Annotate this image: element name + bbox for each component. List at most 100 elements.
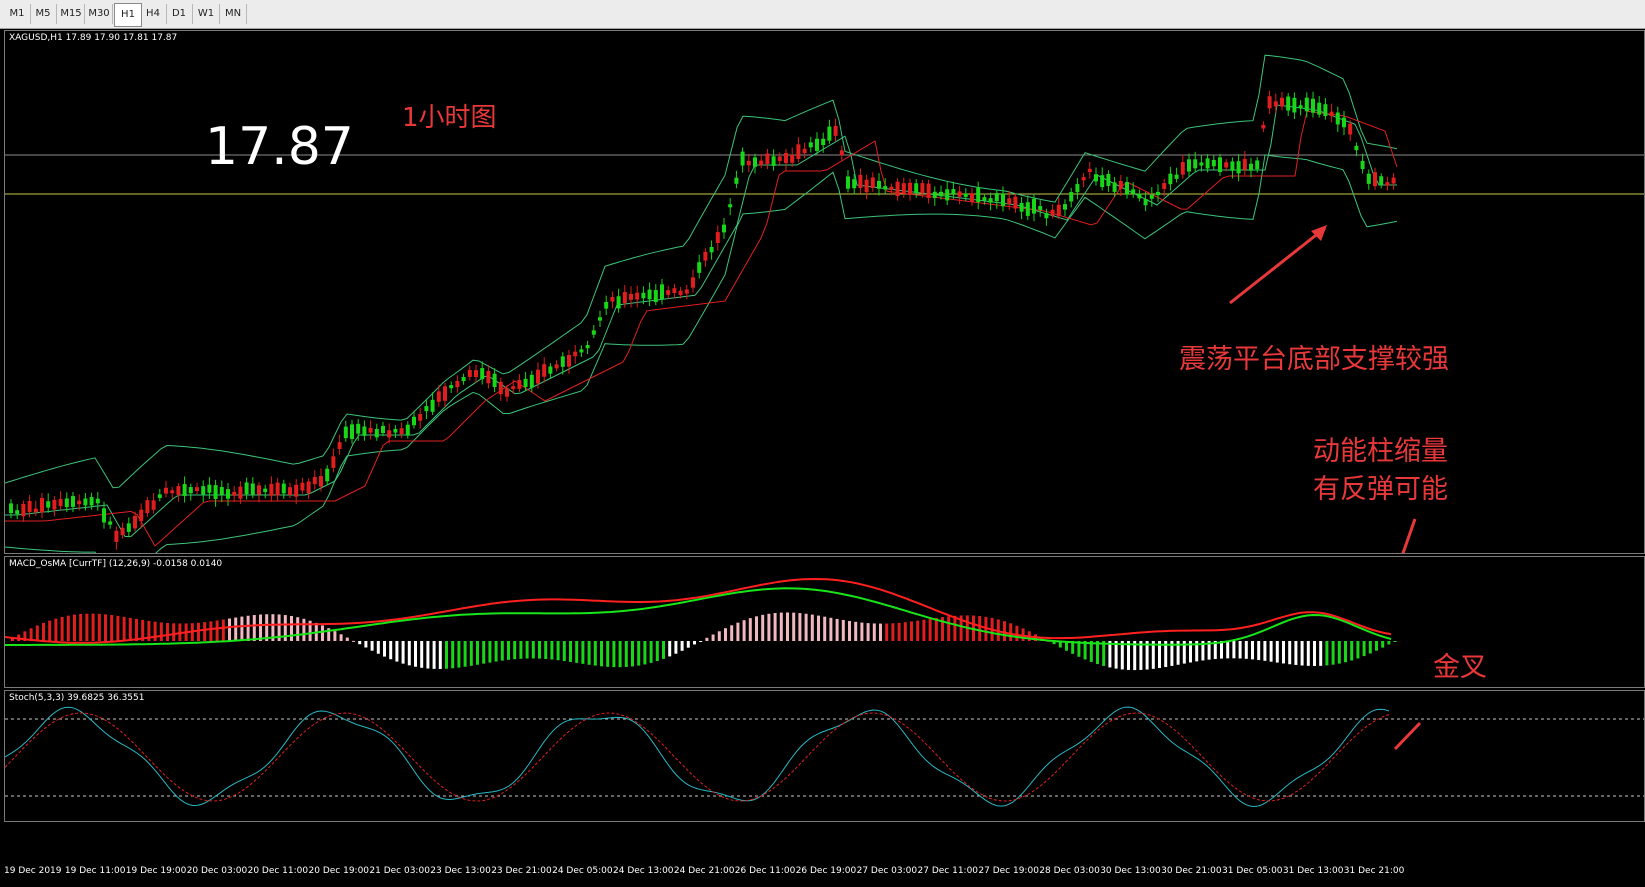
- candle-body: [1112, 182, 1117, 192]
- macd-pane[interactable]: MACD_OsMA [CurrTF] (12,26,9) -0.0158 0.0…: [4, 556, 1645, 688]
- candle-body: [542, 364, 547, 377]
- macd-histogram-bar: [42, 622, 45, 641]
- timeframe-tab-h4[interactable]: H4: [140, 4, 167, 24]
- candle-body: [1081, 177, 1086, 181]
- macd-histogram-bar: [407, 641, 411, 666]
- candle-body: [932, 191, 937, 199]
- candle-body: [1180, 162, 1185, 175]
- macd-histogram-bar: [252, 615, 256, 641]
- candle-body: [1354, 145, 1359, 151]
- macd-histogram-bar: [792, 612, 796, 641]
- candle-body: [1106, 174, 1111, 186]
- candle-body: [374, 428, 379, 438]
- macd-histogram-bar: [612, 641, 616, 668]
- candle-body: [877, 180, 881, 189]
- candle-body: [325, 468, 330, 482]
- macd-histogram-bar: [426, 641, 430, 669]
- macd-histogram-bar: [600, 641, 603, 667]
- macd-histogram-bar: [395, 641, 399, 662]
- candle-body: [151, 500, 156, 510]
- macd-histogram-bar: [345, 637, 349, 641]
- macd-histogram-bar: [631, 641, 634, 667]
- candle-body: [697, 262, 702, 273]
- candle-body: [1304, 97, 1309, 112]
- candle-body: [449, 385, 454, 389]
- time-axis-label: 20 Dec 19:00: [308, 866, 370, 876]
- macd-histogram-bar: [376, 641, 380, 654]
- candle-body: [926, 183, 931, 199]
- candle-body: [870, 177, 875, 188]
- candle-body: [288, 487, 292, 495]
- time-axis-label: 26 Dec 11:00: [734, 866, 796, 876]
- candle-body: [312, 476, 317, 485]
- stochastic-pane[interactable]: Stoch(5,3,3) 39.6825 36.3551: [4, 690, 1645, 822]
- candle-body: [895, 181, 900, 197]
- macd-histogram-bar: [228, 618, 231, 641]
- timeframe-tab-d1[interactable]: D1: [166, 4, 193, 24]
- time-axis-label: 27 Dec 11:00: [917, 866, 979, 876]
- candle-body: [201, 486, 206, 495]
- candle-body: [232, 491, 237, 496]
- candle-body: [827, 126, 832, 141]
- candle-body: [883, 186, 888, 190]
- macd-header: MACD_OsMA [CurrTF] (12,26,9) -0.0158 0.0…: [9, 559, 223, 569]
- macd-histogram-bar: [1356, 641, 1360, 659]
- candle-body: [1317, 102, 1322, 115]
- candle-body: [219, 486, 224, 495]
- macd-histogram-bar: [668, 641, 672, 657]
- macd-histogram-bar: [259, 614, 262, 641]
- timeframe-tab-m5[interactable]: M5: [30, 4, 57, 24]
- candle-body: [368, 427, 373, 433]
- price-chart-pane[interactable]: XAGUSD,H1 17.89 17.90 17.81 17.87 17.87 …: [4, 30, 1645, 554]
- macd-histogram-bar: [240, 616, 244, 641]
- macd-histogram-bar: [91, 613, 95, 641]
- macd-histogram-bar: [97, 613, 101, 641]
- candle-body: [95, 498, 100, 504]
- candle-body: [1063, 204, 1067, 210]
- macd-histogram-bar: [1102, 641, 1106, 666]
- macd-histogram-bar: [104, 614, 107, 641]
- timeframe-tab-w1[interactable]: W1: [193, 4, 220, 24]
- candle-body: [666, 290, 671, 295]
- macd-histogram-bar: [978, 616, 982, 641]
- candle-body: [994, 193, 999, 202]
- time-axis-label: 30 Dec 13:00: [1100, 866, 1161, 876]
- candle-body: [1125, 182, 1129, 195]
- timeframe-tab-m15[interactable]: M15: [58, 4, 85, 24]
- macd-histogram-bar: [1263, 641, 1267, 661]
- macd-histogram-bar: [203, 622, 207, 641]
- candle-body: [1329, 111, 1334, 117]
- candle-body: [691, 277, 695, 288]
- macd-histogram-bar: [135, 618, 138, 641]
- macd-histogram-bar: [457, 641, 461, 668]
- timeframe-tab-m1[interactable]: M1: [4, 4, 31, 24]
- macd-histogram-bar: [525, 641, 529, 659]
- candle-body: [170, 490, 175, 494]
- candle-body: [1211, 159, 1216, 167]
- macd-histogram-bar: [624, 641, 628, 667]
- candle-body: [343, 426, 348, 439]
- candle-body: [889, 186, 894, 190]
- macd-histogram-bar: [804, 613, 808, 641]
- candle-body: [759, 160, 764, 166]
- macd-histogram-bar: [432, 641, 436, 669]
- timeframe-tab-mn[interactable]: MN: [220, 4, 247, 24]
- candle-body: [529, 374, 534, 388]
- time-axis-label: 28 Dec 03:00: [1039, 866, 1100, 876]
- macd-histogram-bar: [538, 641, 541, 659]
- macd-histogram-bar: [693, 641, 696, 645]
- timeframe-tab-h1[interactable]: H1: [114, 3, 142, 27]
- candle-body: [52, 499, 57, 510]
- candle-body: [1174, 174, 1179, 179]
- macd-histogram-bar: [755, 616, 758, 641]
- candle-body: [393, 428, 398, 433]
- timeframe-tab-m30[interactable]: M30: [86, 4, 113, 24]
- candle-body: [120, 527, 125, 536]
- candle-body: [908, 182, 912, 195]
- time-axis-label: 23 Dec 21:00: [491, 866, 552, 876]
- candle-body: [808, 142, 813, 148]
- macd-histogram-bar: [1220, 641, 1223, 659]
- candle-body: [21, 503, 26, 517]
- macd-histogram-bar: [364, 641, 368, 648]
- candle-body: [753, 157, 757, 167]
